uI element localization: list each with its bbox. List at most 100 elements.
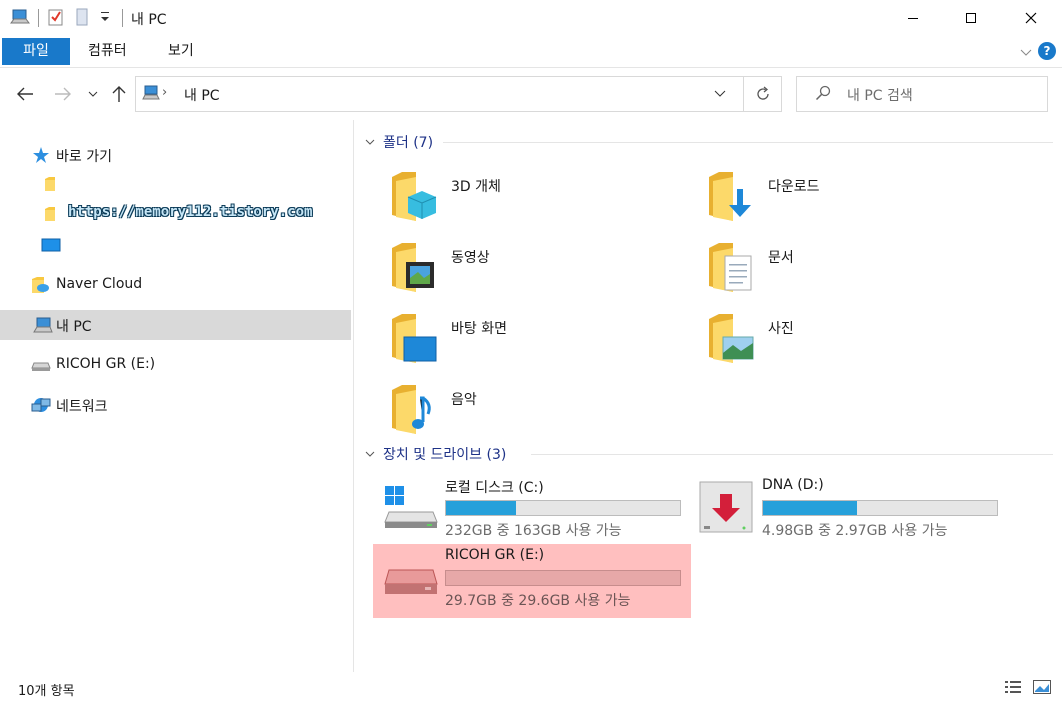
- ribbon: 파일 컴퓨터 보기 ?: [0, 36, 1062, 68]
- breadcrumb-this-pc[interactable]: 내 PC: [184, 85, 220, 105]
- up-button[interactable]: [108, 82, 130, 106]
- drive-tile-e[interactable]: RICOH GR (E:) 29.7GB 중 29.6GB 사용 가능: [373, 544, 691, 618]
- optical-drive-icon: [698, 480, 754, 538]
- help-button[interactable]: ?: [1038, 42, 1056, 60]
- star-icon: [32, 146, 50, 168]
- content-pane: 폴더 (7) 3D 개체 다운로드 동영상 문서 바탕 화면 사진 음악 장치 …: [355, 120, 1062, 672]
- folder-label: 사진: [768, 321, 794, 337]
- minimize-button[interactable]: [890, 0, 936, 36]
- drive-free-space: 232GB 중 163GB 사용 가능: [445, 523, 622, 539]
- folder-tile-downloads[interactable]: 다운로드: [677, 165, 987, 229]
- minimize-icon: [908, 18, 918, 19]
- close-icon: [1025, 12, 1037, 24]
- nav-this-pc[interactable]: 내 PC: [0, 310, 351, 340]
- nav-naver-cloud[interactable]: Naver Cloud: [0, 270, 351, 300]
- details-view-button[interactable]: [1004, 680, 1024, 696]
- folder-tile-desktop[interactable]: 바탕 화면: [360, 307, 670, 371]
- desktop-folder-icon: [390, 313, 438, 369]
- folder-label: 문서: [768, 250, 794, 266]
- folder-icon: [44, 206, 56, 226]
- downloads-folder-icon: [707, 171, 755, 227]
- nav-quick-access[interactable]: 바로 가기: [0, 140, 351, 170]
- window-title: 내 PC: [131, 12, 167, 28]
- folder-label: 다운로드: [768, 179, 820, 195]
- nav-quick-access-item[interactable]: [0, 170, 351, 200]
- nav-label: 내 PC: [56, 319, 92, 335]
- network-icon: [31, 396, 51, 418]
- large-icons-view-icon: [1033, 680, 1051, 694]
- drive-name: DNA (D:): [762, 477, 824, 493]
- computer-icon: [33, 317, 53, 337]
- search-icon: [815, 85, 831, 105]
- navigation-pane: 바로 가기 https://memory112.tistory.com Nave…: [0, 120, 354, 672]
- nav-ricoh-drive[interactable]: RICOH GR (E:): [0, 350, 351, 380]
- properties-icon[interactable]: [48, 8, 64, 30]
- folder-label: 바탕 화면: [451, 321, 507, 337]
- videos-folder-icon: [390, 242, 438, 298]
- drive-usage-bar: [762, 500, 998, 516]
- customize-quick-access-icon[interactable]: [100, 10, 110, 28]
- refresh-icon: [756, 86, 769, 100]
- breadcrumb-separator: ›: [162, 85, 168, 100]
- address-bar[interactable]: › 내 PC: [135, 76, 782, 112]
- folder-icon: [44, 176, 56, 196]
- group-divider: [531, 454, 1053, 455]
- drive-tile-c[interactable]: 로컬 디스크 (C:) 232GB 중 163GB 사용 가능: [373, 474, 691, 548]
- maximize-icon: [966, 13, 976, 23]
- close-button[interactable]: [1008, 0, 1054, 36]
- folder-tile-3d-objects[interactable]: 3D 개체: [360, 165, 670, 229]
- 3d-objects-folder-icon: [390, 171, 438, 227]
- folder-label: 동영상: [451, 250, 490, 266]
- removable-drive-icon: [383, 564, 439, 604]
- drive-name: 로컬 디스크 (C:): [445, 480, 544, 496]
- drive-usage-bar: [445, 500, 681, 516]
- tab-view[interactable]: 보기: [154, 38, 208, 65]
- folder-tile-documents[interactable]: 문서: [677, 236, 987, 300]
- refresh-button[interactable]: [743, 77, 781, 111]
- devices-group-header[interactable]: 장치 및 드라이브 (3): [365, 444, 506, 464]
- drive-tile-d[interactable]: DNA (D:) 4.98GB 중 2.97GB 사용 가능: [690, 474, 1008, 548]
- drive-usage-fill: [763, 501, 857, 515]
- music-folder-icon: [390, 384, 438, 440]
- drive-usage-bar: [445, 570, 681, 586]
- title-separator: [38, 9, 39, 27]
- folders-group-header[interactable]: 폴더 (7): [365, 132, 433, 152]
- removable-drive-icon: [31, 360, 51, 376]
- local-disk-icon: [383, 482, 439, 534]
- computer-icon: [142, 85, 160, 105]
- chevron-down-icon: [365, 134, 375, 150]
- folder-label: 3D 개체: [451, 179, 501, 195]
- recent-locations-button[interactable]: [86, 82, 100, 106]
- nav-network[interactable]: 네트워크: [0, 390, 351, 420]
- folder-tile-music[interactable]: 음악: [360, 378, 670, 442]
- forward-arrow-icon: [55, 87, 71, 101]
- devices-group-title: 장치 및 드라이브 (3): [383, 447, 507, 463]
- new-folder-icon[interactable]: [76, 8, 90, 30]
- nav-label: Naver Cloud: [56, 276, 143, 292]
- chevron-down-icon: [88, 91, 98, 97]
- tab-file[interactable]: 파일: [2, 38, 70, 65]
- maximize-button[interactable]: [948, 0, 994, 36]
- expand-ribbon-icon[interactable]: [1020, 45, 1032, 61]
- cloud-folder-icon: [31, 276, 51, 298]
- drive-usage-fill: [446, 501, 517, 515]
- back-arrow-icon: [17, 87, 33, 101]
- drive-free-space: 29.7GB 중 29.6GB 사용 가능: [445, 593, 631, 609]
- search-box[interactable]: 내 PC 검색: [796, 76, 1048, 112]
- nav-label: 바로 가기: [56, 149, 112, 165]
- nav-label: RICOH GR (E:): [56, 356, 156, 372]
- back-button[interactable]: [14, 82, 36, 106]
- forward-button[interactable]: [52, 82, 74, 106]
- desktop-icon: [41, 238, 61, 256]
- folder-tile-pictures[interactable]: 사진: [677, 307, 987, 371]
- nav-quick-access-item[interactable]: [0, 230, 351, 260]
- search-input[interactable]: 내 PC 검색: [847, 85, 913, 105]
- large-icons-view-button[interactable]: [1033, 680, 1053, 696]
- tab-computer[interactable]: 컴퓨터: [74, 38, 141, 65]
- details-view-icon: [1005, 681, 1021, 693]
- nav-label: 네트워크: [56, 399, 108, 415]
- folder-tile-videos[interactable]: 동영상: [360, 236, 670, 300]
- address-history-button[interactable]: [707, 77, 733, 111]
- title-separator: [122, 9, 123, 27]
- drive-free-space: 4.98GB 중 2.97GB 사용 가능: [762, 523, 948, 539]
